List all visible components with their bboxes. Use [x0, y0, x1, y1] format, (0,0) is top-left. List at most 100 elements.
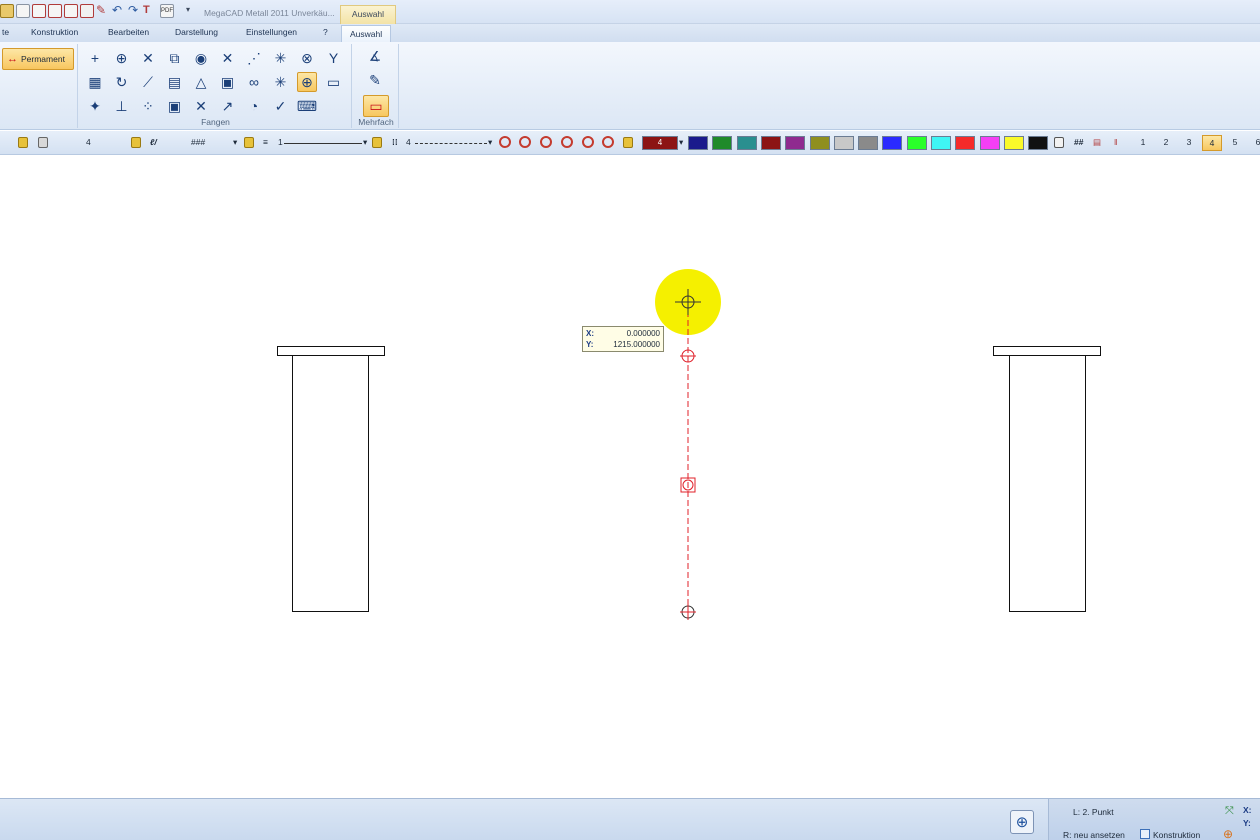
drawing-canvas[interactable]: X: 0.000000 Y: 1215.000000: [0, 155, 1260, 798]
add-point-icon[interactable]: +: [85, 48, 105, 68]
pencil-icon[interactable]: ✎: [365, 70, 385, 90]
endpoints-icon[interactable]: ⋰: [244, 48, 264, 68]
page-button[interactable]: 5: [1225, 137, 1245, 147]
pen-icon[interactable]: ℓ/: [150, 137, 157, 147]
tab-konstruktion[interactable]: Konstruktion: [31, 27, 78, 37]
tab-einstellungen[interactable]: Einstellungen: [246, 27, 297, 37]
snap-mode-icon[interactable]: ⊕: [1010, 810, 1034, 834]
tab-darstellung[interactable]: Darstellung: [175, 27, 218, 37]
center-target-icon[interactable]: ⊕: [297, 72, 317, 92]
cross-line-icon[interactable]: ✕: [218, 48, 238, 68]
x-snap-icon[interactable]: ✕: [191, 96, 211, 116]
polyline-icon[interactable]: ↗: [218, 96, 238, 116]
intersection-icon[interactable]: ✕: [138, 48, 158, 68]
tab-datei[interactable]: te: [2, 27, 9, 37]
color-swatch[interactable]: [785, 136, 806, 150]
color-swatch[interactable]: [955, 136, 976, 150]
save-as-icon[interactable]: [48, 4, 62, 18]
pen-pattern-value[interactable]: ###: [191, 137, 205, 147]
pen-dropdown-icon[interactable]: ▾: [233, 137, 237, 148]
color-swatch[interactable]: [979, 136, 1000, 150]
new-file-icon[interactable]: [16, 4, 30, 18]
line-type-dropdown-icon[interactable]: ▾: [488, 137, 492, 148]
keyboard-icon[interactable]: ⌨: [297, 96, 317, 116]
screen-snap-icon[interactable]: ▣: [165, 96, 185, 116]
multi-point-icon[interactable]: ⁘: [138, 96, 158, 116]
layer-value[interactable]: 4: [86, 137, 91, 147]
line-width-value[interactable]: 1: [278, 137, 283, 147]
undo-icon[interactable]: ↶: [112, 4, 126, 18]
circle-center-icon[interactable]: ⊗: [297, 48, 317, 68]
pen-lock-icon[interactable]: [244, 137, 254, 148]
grid-icon[interactable]: ▦: [85, 72, 105, 92]
zoom-all-icon[interactable]: [561, 136, 573, 148]
color-swatch[interactable]: [712, 136, 733, 150]
eraser-icon[interactable]: ✎: [96, 4, 110, 18]
origin-icon[interactable]: ⊕: [1223, 827, 1233, 840]
color-swatch[interactable]: [760, 136, 781, 150]
zoom-previous-icon[interactable]: [582, 136, 594, 148]
line-lock-icon[interactable]: [372, 137, 382, 148]
page-button[interactable]: 3: [1179, 137, 1199, 147]
pattern-icon[interactable]: ▤: [1093, 137, 1101, 148]
stripe-icon[interactable]: ‖: [1114, 137, 1118, 147]
tab-bearbeiten[interactable]: Bearbeiten: [108, 27, 149, 37]
layer-snap-icon[interactable]: ▤: [165, 72, 185, 92]
check-snap-icon[interactable]: ✓: [271, 96, 291, 116]
page-button[interactable]: 4: [1202, 135, 1222, 151]
page-button[interactable]: 1: [1133, 137, 1153, 147]
left-column-shape[interactable]: [277, 346, 385, 612]
angle-icon[interactable]: ∡: [365, 46, 385, 66]
plus-star-icon[interactable]: ✦: [85, 96, 105, 116]
folder-icon[interactable]: [0, 4, 14, 18]
color-swatch[interactable]: [736, 136, 757, 150]
xy-icon[interactable]: Y: [324, 48, 344, 68]
zoom-window-icon[interactable]: [540, 136, 552, 148]
permanent-button[interactable]: ↔ Permament: [2, 48, 74, 70]
drawing-svg[interactable]: [0, 155, 1260, 798]
pdf-icon[interactable]: PDF: [160, 4, 174, 18]
color-dropdown-icon[interactable]: ▾: [679, 137, 683, 148]
color-picker-icon[interactable]: [1054, 137, 1064, 148]
double-circle-icon[interactable]: ∞: [244, 72, 264, 92]
line-width-dropdown-icon[interactable]: ▾: [363, 137, 367, 148]
marker-icon[interactable]: T: [143, 4, 157, 18]
zoom-snap-icon[interactable]: ⊕: [112, 48, 132, 68]
radius-snap-icon[interactable]: ◔: [244, 96, 264, 116]
tangent-icon[interactable]: ⟋: [138, 72, 158, 92]
hash-label[interactable]: ##: [1074, 137, 1083, 147]
print-icon[interactable]: [64, 4, 78, 18]
lock-icon[interactable]: [18, 137, 28, 148]
star-snap-icon[interactable]: ✳: [271, 48, 291, 68]
quick-access-dropdown-icon[interactable]: ▾: [186, 4, 200, 18]
color-swatch[interactable]: [688, 136, 708, 150]
zoom-in-icon[interactable]: [519, 136, 531, 148]
rectangle-snap-icon[interactable]: ⧉: [165, 48, 185, 68]
mode-label[interactable]: Konstruktion: [1153, 830, 1200, 840]
color-swatch[interactable]: [833, 136, 854, 150]
zoom-pan-icon[interactable]: [602, 136, 614, 148]
multiple-select-icon[interactable]: ▭: [363, 95, 389, 117]
color-swatch[interactable]: [931, 136, 951, 150]
color-swatch[interactable]: [809, 136, 830, 150]
frame-snap-icon[interactable]: ▣: [218, 72, 238, 92]
view-lock-icon[interactable]: [623, 137, 633, 148]
color-swatch[interactable]: [906, 136, 927, 150]
layer-icon[interactable]: [38, 137, 48, 148]
page-button[interactable]: 2: [1156, 137, 1176, 147]
box-snap-icon[interactable]: ▭: [324, 72, 344, 92]
curve-snap-icon[interactable]: ↻: [112, 72, 132, 92]
right-column-shape[interactable]: [993, 346, 1101, 612]
line-type-value[interactable]: 4: [406, 137, 411, 147]
redo-icon[interactable]: ↷: [128, 4, 142, 18]
active-color-swatch[interactable]: 4: [642, 136, 678, 150]
color-swatch[interactable]: [1003, 136, 1024, 150]
page-button[interactable]: 6: [1248, 137, 1260, 147]
plot-icon[interactable]: [80, 4, 94, 18]
tab-auswahl[interactable]: Auswahl: [341, 25, 392, 43]
color-swatch[interactable]: [882, 136, 903, 150]
perpendicular-icon[interactable]: ⊥: [112, 96, 132, 116]
tab-help[interactable]: ?: [323, 27, 328, 37]
layer-lock-icon[interactable]: [131, 137, 141, 148]
zoom-out-icon[interactable]: [499, 136, 511, 148]
